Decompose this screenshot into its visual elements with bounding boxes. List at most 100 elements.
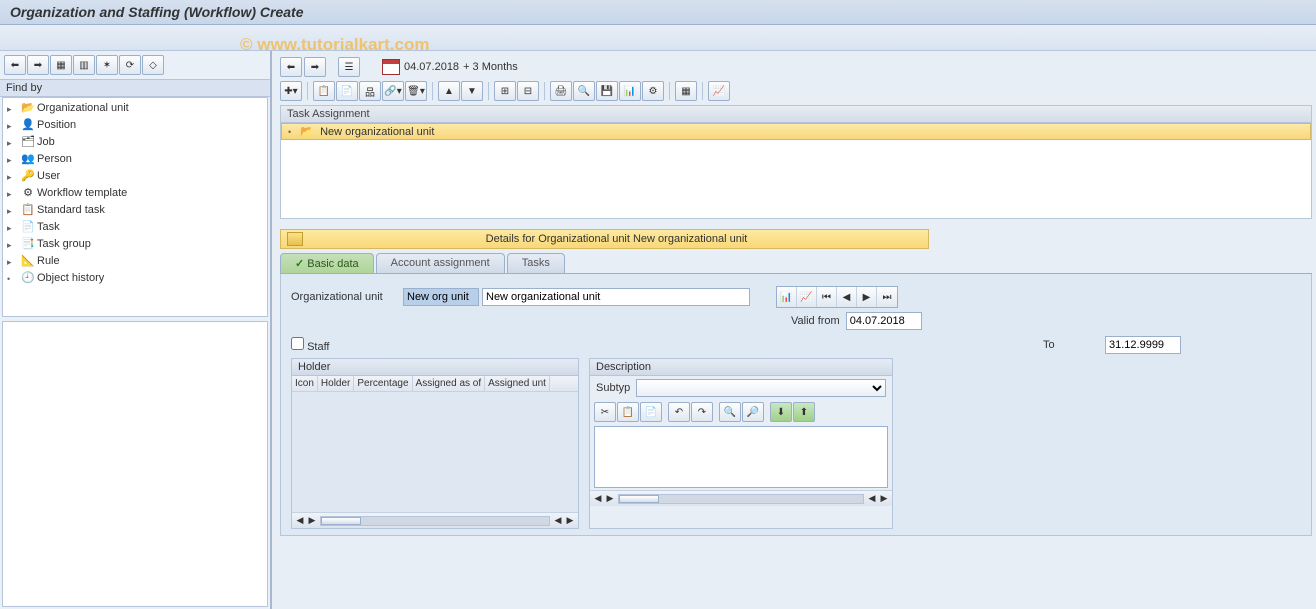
org-unit-short-input[interactable] xyxy=(403,288,479,306)
nav-forward-icon[interactable]: ➡ xyxy=(304,57,326,77)
tree-item-user[interactable]: ▸🔑User xyxy=(3,168,267,185)
arrow-right-icon[interactable]: ➡ xyxy=(27,55,49,75)
import-icon[interactable]: ⬇ xyxy=(770,402,792,422)
find-next-icon[interactable]: 🔎 xyxy=(742,402,764,422)
create-icon[interactable]: ✚▾ xyxy=(280,81,302,101)
toolbar-btn-5[interactable]: ◇ xyxy=(142,55,164,75)
paste-icon[interactable]: 📄 xyxy=(640,402,662,422)
staff-checkbox[interactable] xyxy=(291,337,304,350)
tab-account-assignment[interactable]: Account assignment xyxy=(376,253,505,273)
scroll-left-icon[interactable]: ◀ xyxy=(294,515,306,526)
scroll-right-icon[interactable]: ▶ xyxy=(604,493,616,504)
tree-item-rule[interactable]: ▸📐Rule xyxy=(3,253,267,270)
move-up-icon[interactable]: ▲ xyxy=(438,81,460,101)
description-toolbar: ✂ 📋 📄 ↶ ↷ 🔍 🔎 ⬇ ⬆ xyxy=(590,400,892,424)
description-textarea[interactable] xyxy=(594,426,888,488)
undo-icon[interactable]: ↶ xyxy=(668,402,690,422)
tree-item-org-unit[interactable]: ▸📂Organizational unit xyxy=(3,100,267,117)
tree-label: User xyxy=(37,170,60,182)
hierarchy-icon[interactable]: 品 xyxy=(359,81,381,101)
org-unit-folder-icon: 📂 xyxy=(300,125,314,138)
description-panel: Description Subtyp ✂ 📋 📄 ↶ ↷ xyxy=(589,358,893,529)
scroll-thumb[interactable] xyxy=(321,517,361,525)
scroll-track[interactable] xyxy=(320,516,550,526)
left-panel: ⬅ ➡ ▦ ▥ ✶ ⟳ ◇ Find by ▸📂Organizational u… xyxy=(0,51,272,609)
period-text: + 3 Months xyxy=(463,61,518,73)
scroll-right2-icon[interactable]: ▶ xyxy=(564,515,576,526)
link-icon[interactable]: 🔗▾ xyxy=(382,81,404,101)
record-prev-icon[interactable]: ◀ xyxy=(837,287,857,307)
tree-item-task[interactable]: ▸📄Task xyxy=(3,219,267,236)
tree-item-standard-task[interactable]: ▸📋Standard task xyxy=(3,202,267,219)
collapse-icon[interactable]: ⊟ xyxy=(517,81,539,101)
list-icon[interactable]: ☰ xyxy=(338,57,360,77)
record-first-icon[interactable]: ⏮ xyxy=(817,287,837,307)
paste-icon[interactable]: 📄 xyxy=(336,81,358,101)
scroll-left2-icon[interactable]: ◀ xyxy=(866,493,878,504)
description-scroll: ◀ ▶ ◀ ▶ xyxy=(590,490,892,506)
task-item-label: New organizational unit xyxy=(320,126,434,138)
toolbar-btn-4[interactable]: ⟳ xyxy=(119,55,141,75)
folder-icon: 📂 xyxy=(21,101,35,116)
arrow-left-icon[interactable]: ⬅ xyxy=(4,55,26,75)
tab-tasks[interactable]: Tasks xyxy=(507,253,565,273)
tree-item-job[interactable]: ▸🗂Job xyxy=(3,134,267,151)
calendar-icon[interactable] xyxy=(382,59,400,75)
tree-item-position[interactable]: ▸👤Position xyxy=(3,117,267,134)
record-next-icon[interactable]: ▶ xyxy=(857,287,877,307)
tab-basic-data[interactable]: Basic data xyxy=(280,253,374,273)
expand-icon[interactable]: ⊞ xyxy=(494,81,516,101)
tree-item-object-history[interactable]: •🕘Object history xyxy=(3,270,267,287)
scroll-right2-icon[interactable]: ▶ xyxy=(878,493,890,504)
subtyp-select[interactable] xyxy=(636,379,886,397)
toolbar-btn-2[interactable]: ▥ xyxy=(73,55,95,75)
history-icon: 🕘 xyxy=(21,271,35,286)
scroll-track[interactable] xyxy=(618,494,864,504)
find-icon[interactable]: 🔍 xyxy=(719,402,741,422)
to-input[interactable] xyxy=(1105,336,1181,354)
tree-label: Position xyxy=(37,119,76,131)
tree-label: Person xyxy=(37,153,72,165)
record-chart-icon[interactable]: 📈 xyxy=(797,287,817,307)
detail-icon[interactable]: 📊 xyxy=(619,81,641,101)
person-icon: 👤 xyxy=(21,118,35,133)
export-icon[interactable]: ⬆ xyxy=(793,402,815,422)
scroll-thumb[interactable] xyxy=(619,495,659,503)
cut-icon[interactable]: ✂ xyxy=(594,402,616,422)
valid-from-input[interactable] xyxy=(846,312,922,330)
toolbar-btn-1[interactable]: ▦ xyxy=(50,55,72,75)
print-icon[interactable]: 🖨 xyxy=(550,81,572,101)
settings-icon[interactable]: ⚙ xyxy=(642,81,664,101)
toolbar-btn-3[interactable]: ✶ xyxy=(96,55,118,75)
holder-col-assigned-as-of[interactable]: Assigned as of xyxy=(413,376,486,391)
holder-col-percentage[interactable]: Percentage xyxy=(354,376,412,391)
column-icon[interactable]: ▦ xyxy=(675,81,697,101)
holder-col-assigned-until[interactable]: Assigned unt xyxy=(485,376,550,391)
record-last-icon[interactable]: ⏭ xyxy=(877,287,897,307)
tree-item-workflow-template[interactable]: ▸⚙Workflow template xyxy=(3,185,267,202)
record-detail-icon[interactable]: 📊 xyxy=(777,287,797,307)
holder-col-icon[interactable]: Icon xyxy=(292,376,318,391)
staff-label: Staff xyxy=(307,341,329,353)
copy-icon[interactable]: 📋 xyxy=(617,402,639,422)
org-unit-long-input[interactable] xyxy=(482,288,750,306)
tree-item-person[interactable]: ▸👥Person xyxy=(3,151,267,168)
copy-icon[interactable]: 📋 xyxy=(313,81,335,101)
goto-icon[interactable]: 📈 xyxy=(708,81,730,101)
scroll-left-icon[interactable]: ◀ xyxy=(592,493,604,504)
save-icon[interactable]: 💾 xyxy=(596,81,618,101)
tree-item-task-group[interactable]: ▸📑Task group xyxy=(3,236,267,253)
scroll-left2-icon[interactable]: ◀ xyxy=(552,515,564,526)
scroll-right-icon[interactable]: ▶ xyxy=(306,515,318,526)
task-icon: 📄 xyxy=(21,220,35,235)
task-item-selected[interactable]: • 📂 New organizational unit xyxy=(281,123,1311,140)
move-down-icon[interactable]: ▼ xyxy=(461,81,483,101)
tree-label: Object history xyxy=(37,272,104,284)
workflow-icon: ⚙ xyxy=(21,186,35,201)
right-toolbar-2: ✚▾ 📋 📄 品 🔗▾ 🗑▾ ▲ ▼ ⊞ ⊟ 🖨 🔍 💾 📊 ⚙ ▦ 📈 xyxy=(280,79,1312,103)
redo-icon[interactable]: ↷ xyxy=(691,402,713,422)
holder-col-holder[interactable]: Holder xyxy=(318,376,354,391)
find-icon[interactable]: 🔍 xyxy=(573,81,595,101)
nav-back-icon[interactable]: ⬅ xyxy=(280,57,302,77)
delete-icon[interactable]: 🗑▾ xyxy=(405,81,427,101)
